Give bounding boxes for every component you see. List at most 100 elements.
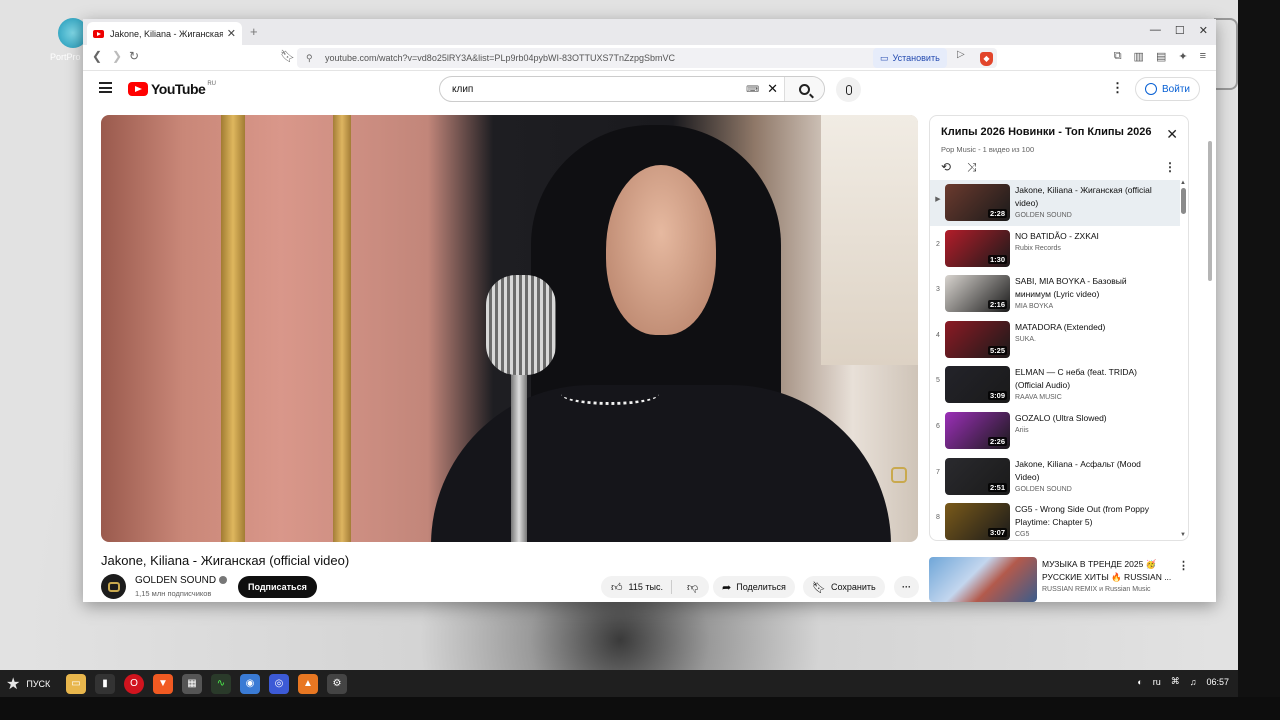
screenshot-icon[interactable]: ◉ <box>240 673 260 694</box>
channel-name-link[interactable]: GOLDEN SOUND <box>135 575 228 586</box>
signin-button[interactable]: Войти <box>1135 77 1200 101</box>
page-scrollbar[interactable] <box>1208 141 1212 281</box>
playlist-item-title[interactable]: SABI, MIA BOYKA - Базовый минимум (Lyric… <box>1015 275 1160 301</box>
hamburger-menu-icon[interactable] <box>99 82 112 93</box>
share-button[interactable]: ➦ Поделиться <box>713 576 795 598</box>
clear-search-icon[interactable]: ✕ <box>767 81 778 97</box>
keyboard-icon[interactable]: ⌨ <box>746 84 759 95</box>
new-tab-button[interactable]: + <box>250 24 258 39</box>
playlist-item-title[interactable]: CG5 - Wrong Side Out (from Poppy Playtim… <box>1015 503 1160 529</box>
shuffle-icon[interactable]: ⤨ <box>967 160 977 175</box>
playlist-item-duration: 2:28 <box>987 209 1007 218</box>
playlist-item[interactable]: 8 3:07 CG5 - Wrong Side Out (from Poppy Pl… <box>930 499 1180 540</box>
playlist-item-thumbnail[interactable]: 2:26 <box>945 411 1010 449</box>
channel-avatar[interactable] <box>101 574 126 599</box>
keyboard-layout[interactable]: ru <box>1153 677 1161 687</box>
youtube-play-icon <box>128 82 148 96</box>
playlist-item-thumbnail[interactable]: 1:30 <box>945 229 1010 267</box>
settings-more-icon[interactable]: ⋮ <box>1111 80 1124 96</box>
close-window-icon[interactable]: ✕ <box>1199 24 1208 37</box>
playlist-item[interactable]: 3 2:16 SABI, MIA BOYKA - Базовый минимум (… <box>930 271 1180 317</box>
playlist-item-title[interactable]: Jakone, Kiliana - Жиганская (official vi… <box>1015 184 1160 210</box>
playlist-item-title[interactable]: ELMAN — С неба (feat. TRIDA) (Official A… <box>1015 366 1160 392</box>
playlist-item[interactable]: 4 5:25 MATADORA (Extended) SUKA. <box>930 317 1180 363</box>
back-icon[interactable]: ❮ <box>92 49 102 63</box>
playlist-title[interactable]: Клипы 2026 Новинки - Топ Клипы 2026 <box>941 126 1161 138</box>
playlist-item-channel: Ariis <box>1015 426 1029 434</box>
opera-gx-icon[interactable]: ◐ <box>1137 677 1142 687</box>
playlist-item[interactable]: 5 3:09 ELMAN — С неба (feat. TRIDA) (Offic… <box>930 362 1180 408</box>
settings-icon[interactable]: ⚙ <box>327 673 347 694</box>
voice-search-button[interactable] <box>836 77 861 102</box>
close-playlist-icon[interactable]: ✕ <box>1166 126 1178 143</box>
files-icon[interactable]: ▭ <box>66 673 86 694</box>
install-app-button[interactable]: ▭ Установить <box>873 48 947 68</box>
playlist-item-thumbnail[interactable]: 2:16 <box>945 275 1010 313</box>
playlist-item[interactable]: 6 2:26 GOZALO (Ultra Slowed) Ariis <box>930 408 1180 454</box>
playlist-item[interactable]: ▶ 2:28 Jakone, Kiliana - Жиганская (offici… <box>930 180 1180 226</box>
brave-icon[interactable]: ▼ <box>153 673 173 694</box>
more-actions-button[interactable]: ··· <box>894 576 919 598</box>
playlist-more-icon[interactable]: ⋮ <box>1164 160 1176 174</box>
extensions-icon[interactable]: ⧉ <box>1114 50 1122 63</box>
search-button[interactable] <box>784 77 824 101</box>
playlist-item[interactable]: 7 2:51 Jakone, Kiliana - Асфальт (Mood Vid… <box>930 454 1180 500</box>
system-monitor-icon[interactable]: ∿ <box>211 673 231 694</box>
clock[interactable]: 06:57 <box>1206 677 1229 687</box>
bookmark-icon[interactable]: 🔖︎ <box>280 49 295 63</box>
volume-icon[interactable]: ♫ <box>1190 677 1197 687</box>
recommended-more-icon[interactable]: ⋮ <box>1178 559 1189 572</box>
menu-icon[interactable]: ≡ <box>1200 50 1206 63</box>
search-input[interactable] <box>440 77 747 101</box>
calculator-icon[interactable]: ▦ <box>182 673 202 694</box>
brave-shield-icon[interactable]: ◆ <box>980 50 993 66</box>
share-label: Поделиться <box>736 582 786 592</box>
playlist-item-thumbnail[interactable]: 3:09 <box>945 366 1010 404</box>
playlist-item-title[interactable]: MATADORA (Extended) <box>1015 321 1160 334</box>
playlist-scrollbar[interactable] <box>1181 188 1186 214</box>
playlist-item-thumbnail[interactable]: 5:25 <box>945 320 1010 358</box>
playlist-item[interactable]: 2 1:30 NO BATIDÃO - ZXKAI Rubix Records <box>930 226 1180 272</box>
playlist-item-thumbnail[interactable]: 3:07 <box>945 503 1010 540</box>
wallet-icon[interactable]: ▤ <box>1156 50 1166 63</box>
scroll-down-icon[interactable]: ▼ <box>1180 532 1186 538</box>
site-info-icon[interactable]: ⚲ <box>306 53 313 64</box>
channel-name: GOLDEN SOUND <box>135 575 217 586</box>
active-tab[interactable]: Jakone, Kiliana - Жиганская ( ✕ <box>87 22 242 45</box>
app-store-icon[interactable]: ◎ <box>269 673 289 694</box>
recommended-title[interactable]: МУЗЫКА В ТРЕНДЕ 2025 🥳 РУССКИЕ ХИТЫ 🔥 RU… <box>1042 558 1177 584</box>
minimize-icon[interactable]: — <box>1150 24 1161 37</box>
send-icon[interactable]: ▷ <box>957 49 965 60</box>
playlist-item-channel: GOLDEN SOUND <box>1015 485 1072 493</box>
playlist-item-thumbnail[interactable]: 2:51 <box>945 457 1010 495</box>
playlist-item-title[interactable]: Jakone, Kiliana - Асфальт (Mood Video) <box>1015 458 1160 484</box>
tab-close-icon[interactable]: ✕ <box>227 27 236 40</box>
forward-icon[interactable]: ❯ <box>112 49 122 63</box>
loop-icon[interactable]: ⟲ <box>941 160 951 174</box>
playlist-item-title[interactable]: GOZALO (Ultra Slowed) <box>1015 412 1160 425</box>
opera-icon[interactable]: O <box>124 673 144 694</box>
maximize-icon[interactable]: ☐ <box>1175 24 1185 37</box>
start-button[interactable]: ★ ПУСК <box>0 674 62 694</box>
playlist-item-title[interactable]: NO BATIDÃO - ZXKAI <box>1015 230 1160 243</box>
scroll-up-icon[interactable]: ▲ <box>1180 180 1186 186</box>
reload-icon[interactable]: ↻ <box>129 49 139 63</box>
like-button[interactable]: 👍︎ 115 тыс. <box>601 580 672 594</box>
youtube-logo[interactable]: YouTube RU <box>128 81 216 97</box>
sidebar-icon[interactable]: ▥ <box>1134 50 1144 63</box>
recommended-video[interactable]: МУЗЫКА В ТРЕНДЕ 2025 🥳 РУССКИЕ ХИТЫ 🔥 RU… <box>929 557 1189 602</box>
save-icon: 🔖︎ <box>812 581 826 594</box>
playlist-item-index: 4 <box>936 331 940 339</box>
thumbs-down-icon: 👎︎ <box>686 581 699 594</box>
save-button[interactable]: 🔖︎ Сохранить <box>803 576 885 598</box>
subscribe-button[interactable]: Подписаться <box>238 576 317 598</box>
vlc-icon[interactable]: ▲ <box>298 673 318 694</box>
playlist-item-thumbnail[interactable]: 2:28 <box>945 184 1010 221</box>
install-icon: ▭ <box>880 52 889 63</box>
network-icon[interactable]: ⌘ <box>1171 676 1180 687</box>
dislike-button[interactable]: 👎︎ <box>677 581 708 594</box>
leo-ai-icon[interactable]: ✦ <box>1178 50 1187 63</box>
recommended-thumbnail[interactable] <box>929 557 1037 602</box>
terminal-icon[interactable]: ▮ <box>95 673 115 694</box>
video-player[interactable] <box>101 115 918 542</box>
